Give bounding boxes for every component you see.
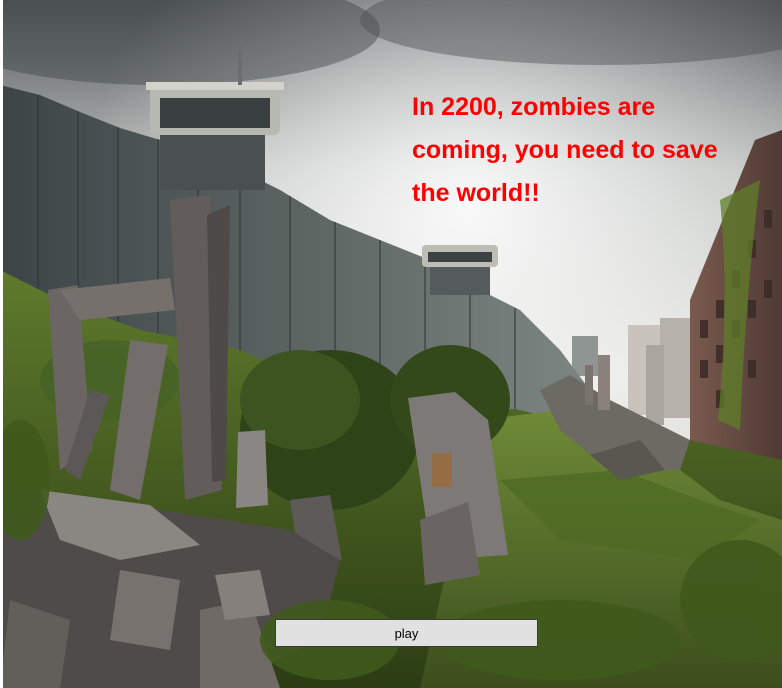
story-intro-text: In 2200, zombies are coming, you need to… — [412, 93, 718, 207]
watchtower-small — [422, 245, 498, 295]
play-button[interactable]: play — [275, 619, 538, 647]
left-border — [0, 0, 3, 688]
game-start-screen: In 2200, zombies are coming, you need to… — [0, 0, 782, 688]
